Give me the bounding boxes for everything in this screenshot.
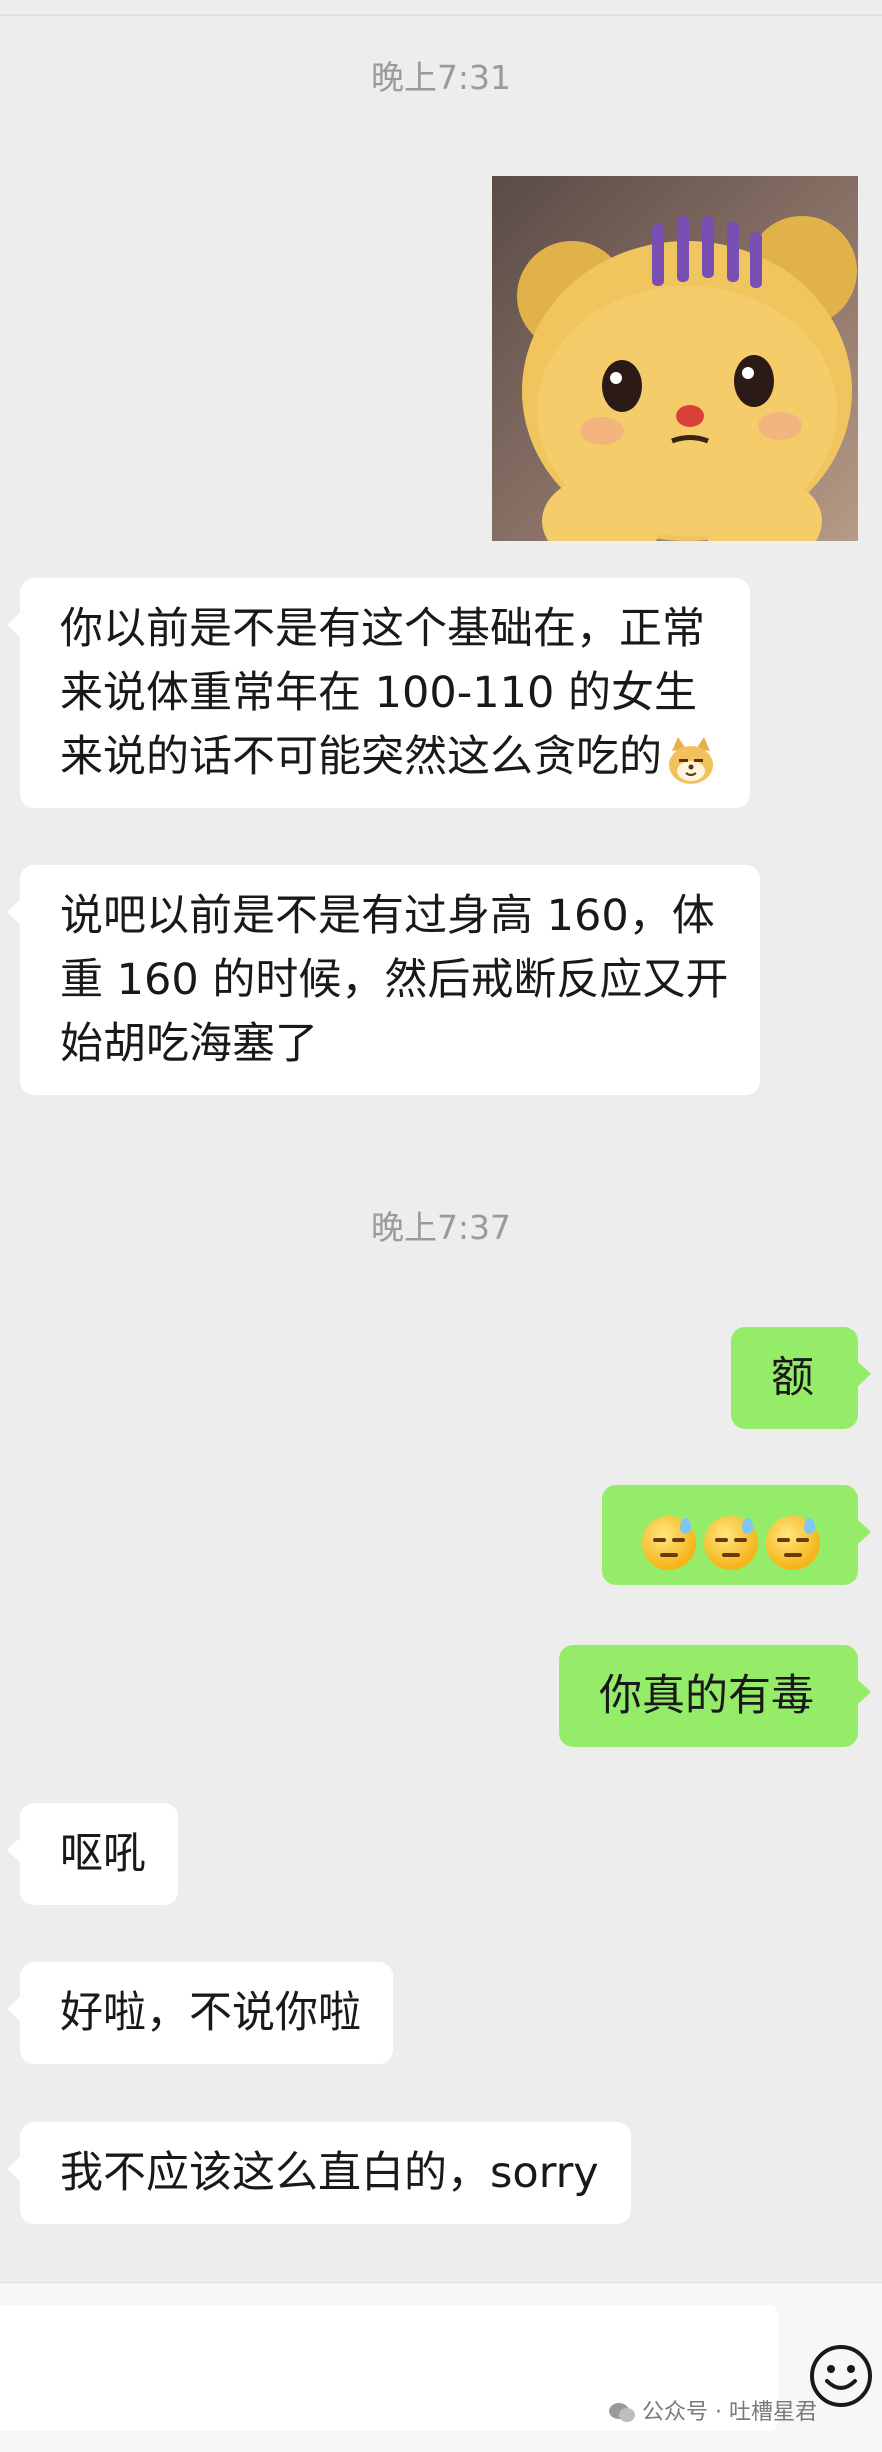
message-text: 始胡吃海塞了 bbox=[60, 1019, 318, 1069]
watermark: 公众号 · 吐槽星君 bbox=[608, 2398, 817, 2428]
message-text: 重 160 的时候，然后戒断反应又开 bbox=[60, 955, 729, 1005]
incoming-message[interactable]: 说吧以前是不是有过身高 160，体 重 160 的时候，然后戒断反应又开 始胡吃… bbox=[6, 865, 761, 1095]
emoji-row bbox=[638, 1503, 824, 1570]
downcast-face-with-sweat-emoji-icon bbox=[642, 1515, 696, 1570]
doge-cat-emoji-icon bbox=[664, 733, 718, 787]
timestamp: 晚上7:37 bbox=[370, 1208, 512, 1247]
message-text: 你以前是不是有这个基础在，正常 bbox=[60, 604, 705, 654]
wechat-official-account-icon bbox=[608, 2402, 636, 2424]
message-text: 额 bbox=[771, 1353, 814, 1403]
message-text: 说吧以前是不是有过身高 160，体 bbox=[60, 891, 715, 941]
message-text: 好啦，不说你啦 bbox=[60, 1988, 361, 2038]
message-text: 来说体重常年在 100-110 的女生 bbox=[60, 668, 698, 718]
message-text: 呕吼 bbox=[60, 1829, 146, 1879]
incoming-message[interactable]: 呕吼 bbox=[7, 1803, 178, 1905]
incoming-message[interactable]: 我不应该这么直白的，sorry bbox=[7, 2122, 631, 2224]
incoming-message[interactable]: 好啦，不说你啦 bbox=[7, 1962, 393, 2064]
outgoing-emoji-message[interactable] bbox=[602, 1485, 871, 1585]
chat-screen: 晚上7:31 你以前是不是有这个基础在，正常 来说体重常年在 100-110 的… bbox=[0, 0, 882, 2452]
teddy-bear-sticker[interactable] bbox=[492, 176, 858, 541]
downcast-face-with-sweat-emoji-icon bbox=[704, 1515, 758, 1570]
top-divider bbox=[0, 14, 882, 16]
timestamp: 晚上7:31 bbox=[370, 58, 512, 97]
message-text: 来说的话不可能突然这么贪吃的 bbox=[60, 725, 718, 789]
watermark-text: 公众号 · 吐槽星君 bbox=[642, 2400, 817, 2425]
teddy-bear-icon bbox=[517, 216, 857, 541]
outgoing-message[interactable]: 额 bbox=[731, 1327, 871, 1429]
message-text: 你真的有毒 bbox=[599, 1671, 814, 1721]
smiley-face-icon[interactable] bbox=[808, 2343, 874, 2409]
message-text: 我不应该这么直白的，sorry bbox=[60, 2148, 599, 2198]
outgoing-message[interactable]: 你真的有毒 bbox=[559, 1645, 871, 1747]
incoming-message[interactable]: 你以前是不是有这个基础在，正常 来说体重常年在 100-110 的女生 来说的话… bbox=[7, 578, 750, 808]
downcast-face-with-sweat-emoji-icon bbox=[766, 1515, 820, 1570]
